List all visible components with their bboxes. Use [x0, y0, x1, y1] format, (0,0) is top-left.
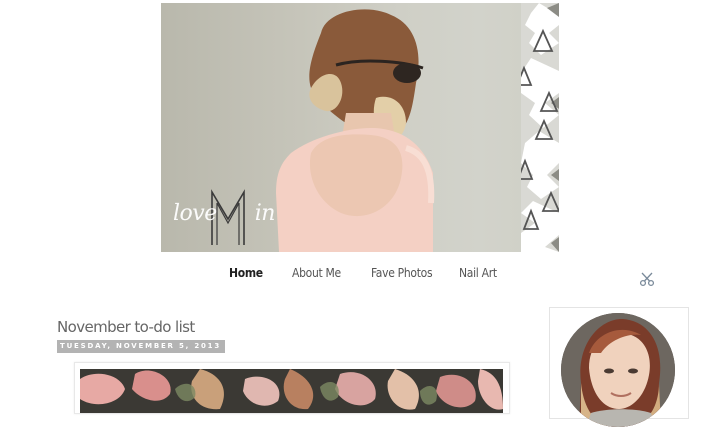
post-image-frame: [74, 362, 510, 414]
logo-word-love: love: [173, 201, 217, 226]
nav-about-me[interactable]: About Me: [292, 266, 341, 280]
aztec-pattern-decoration: [521, 3, 559, 252]
nav-nail-art[interactable]: Nail Art: [459, 266, 497, 280]
post-title-link[interactable]: November to-do list: [57, 318, 195, 336]
profile-widget: [549, 307, 689, 427]
site-logo[interactable]: love in: [173, 201, 275, 226]
post-image[interactable]: [80, 369, 503, 413]
header-banner[interactable]: M lovein: [161, 3, 559, 252]
main-navigation: Home About Me Fave Photos Nail Art: [0, 262, 725, 286]
nav-home[interactable]: Home: [229, 266, 263, 280]
logo-word-in: in: [254, 201, 276, 226]
scissors-icon[interactable]: [639, 271, 655, 287]
profile-avatar[interactable]: [561, 313, 675, 427]
nav-fave-photos[interactable]: Fave Photos: [371, 266, 433, 280]
post-date-badge: TUESDAY, NOVEMBER 5, 2013: [57, 340, 226, 353]
